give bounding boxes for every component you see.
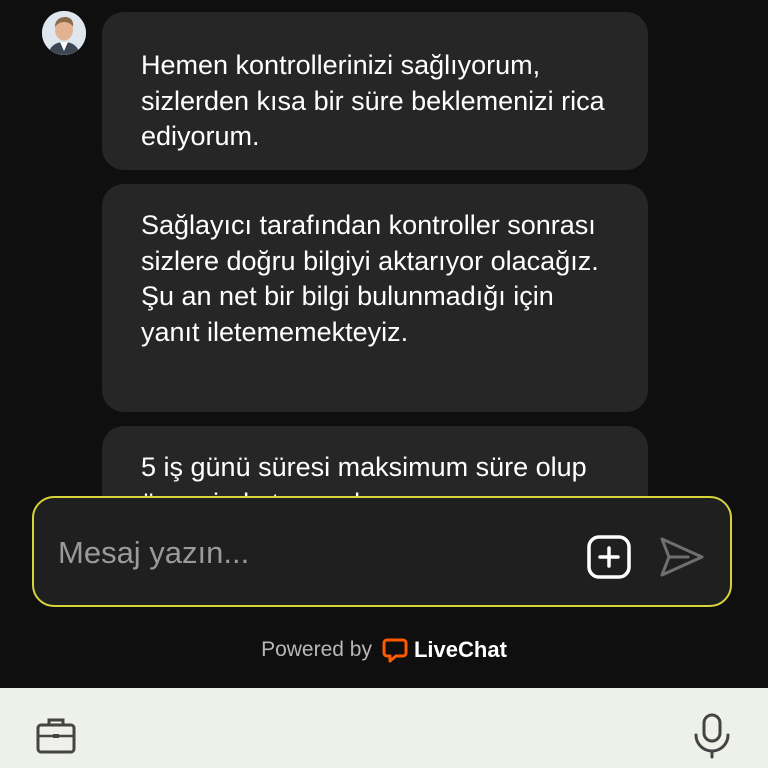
message-bubble: 5 iş günü süresi maksimum süre olup önce… (102, 426, 648, 496)
livechat-brand[interactable]: LiveChat (382, 637, 507, 663)
message-input[interactable] (56, 528, 560, 578)
send-button[interactable] (658, 534, 706, 580)
message-text: 5 iş günü süresi maksimum süre olup önce… (141, 452, 587, 496)
send-icon (660, 537, 704, 577)
message-bubble: Hemen kontrollerinizi sağlıyorum, sizler… (102, 12, 648, 170)
powered-by-label: Powered by (261, 638, 372, 661)
microphone-button[interactable] (690, 713, 734, 759)
message-composer (32, 496, 732, 607)
message-list[interactable]: Hemen kontrollerinizi sağlıyorum, sizler… (0, 0, 768, 496)
message-text: Sağlayıcı tarafından kontroller sonrası … (141, 210, 599, 347)
agent-avatar-image (42, 11, 86, 55)
powered-by[interactable]: Powered by LiveChat (0, 630, 768, 670)
agent-avatar (42, 11, 86, 55)
livechat-brand-label: LiveChat (413, 637, 507, 662)
system-nav-bar (0, 688, 768, 768)
chat-screen: Hemen kontrollerinizi sağlıyorum, sizler… (0, 0, 768, 768)
livechat-logo-icon (382, 638, 408, 663)
briefcase-icon (36, 718, 76, 754)
plus-square-icon (587, 535, 631, 579)
add-attachment-button[interactable] (586, 534, 632, 580)
message-bubble: Sağlayıcı tarafından kontroller sonrası … (102, 184, 648, 412)
message-text: Hemen kontrollerinizi sağlıyorum, sizler… (141, 50, 605, 151)
microphone-icon (694, 713, 730, 759)
briefcase-button[interactable] (35, 716, 77, 756)
